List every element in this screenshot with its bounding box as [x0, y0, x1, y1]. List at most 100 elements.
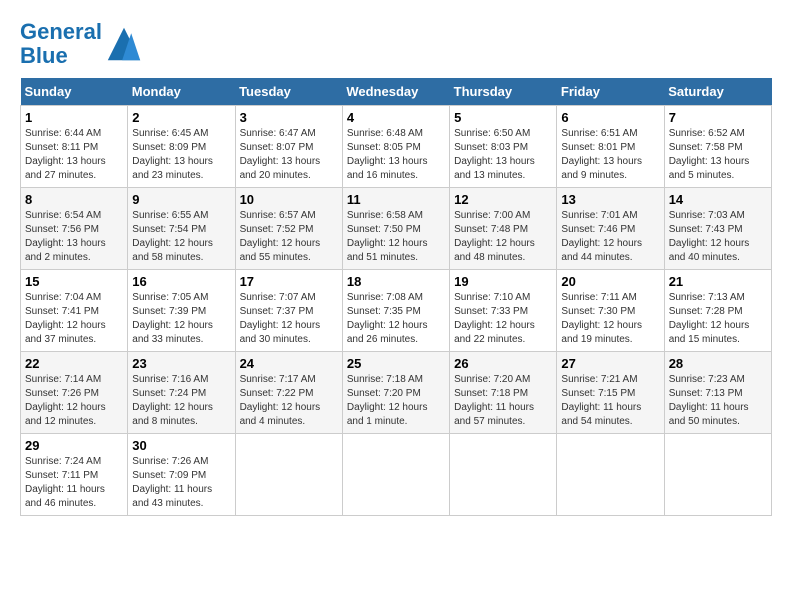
day-number: 5: [454, 110, 552, 125]
day-info: Sunrise: 6:44 AM Sunset: 8:11 PM Dayligh…: [25, 127, 123, 183]
calendar-cell: 22 Sunrise: 7:14 AM Sunset: 7:26 PM Dayli…: [21, 352, 128, 434]
calendar-cell: 24 Sunrise: 7:17 AM Sunset: 7:22 PM Dayli…: [235, 352, 342, 434]
day-number: 4: [347, 110, 445, 125]
calendar-week-4: 22 Sunrise: 7:14 AM Sunset: 7:26 PM Dayli…: [21, 352, 772, 434]
day-number: 3: [240, 110, 338, 125]
calendar-cell: [557, 434, 664, 516]
day-info: Sunrise: 6:50 AM Sunset: 8:03 PM Dayligh…: [454, 127, 552, 183]
calendar-table: SundayMondayTuesdayWednesdayThursdayFrid…: [20, 78, 772, 516]
logo-icon: [106, 26, 142, 62]
calendar-cell: [342, 434, 449, 516]
day-number: 29: [25, 438, 123, 453]
weekday-sunday: Sunday: [21, 78, 128, 106]
calendar-cell: 23Sunrise: 7:16 AM Sunset: 7:24 PM Dayli…: [128, 352, 235, 434]
calendar-cell: [664, 434, 771, 516]
logo-text: General Blue: [20, 20, 102, 68]
day-info: Sunrise: 6:52 AM Sunset: 7:58 PM Dayligh…: [669, 127, 767, 183]
day-number: 10: [240, 192, 338, 207]
day-number: 15: [25, 274, 123, 289]
day-number: 22: [25, 356, 123, 371]
day-number: 28: [669, 356, 767, 371]
calendar-cell: 15 Sunrise: 7:04 AM Sunset: 7:41 PM Dayli…: [21, 270, 128, 352]
calendar-cell: 16 Sunrise: 7:05 AM Sunset: 7:39 PM Dayli…: [128, 270, 235, 352]
weekday-monday: Monday: [128, 78, 235, 106]
day-number: 9: [132, 192, 230, 207]
day-info: Sunrise: 7:17 AM Sunset: 7:22 PM Dayligh…: [240, 373, 338, 429]
day-info: Sunrise: 6:55 AM Sunset: 7:54 PM Dayligh…: [132, 209, 230, 265]
day-number: 19: [454, 274, 552, 289]
calendar-cell: [235, 434, 342, 516]
day-info: Sunrise: 7:14 AM Sunset: 7:26 PM Dayligh…: [25, 373, 123, 429]
day-info: Sunrise: 7:24 AM Sunset: 7:11 PM Dayligh…: [25, 455, 123, 511]
day-info: Sunrise: 7:11 AM Sunset: 7:30 PM Dayligh…: [561, 291, 659, 347]
calendar-week-3: 15 Sunrise: 7:04 AM Sunset: 7:41 PM Dayli…: [21, 270, 772, 352]
day-info: Sunrise: 6:51 AM Sunset: 8:01 PM Dayligh…: [561, 127, 659, 183]
day-info: Sunrise: 6:45 AM Sunset: 8:09 PM Dayligh…: [132, 127, 230, 183]
day-number: 6: [561, 110, 659, 125]
calendar-cell: 9 Sunrise: 6:55 AM Sunset: 7:54 PM Daylig…: [128, 188, 235, 270]
day-info: Sunrise: 7:04 AM Sunset: 7:41 PM Dayligh…: [25, 291, 123, 347]
calendar-cell: [450, 434, 557, 516]
day-info: Sunrise: 7:16 AM Sunset: 7:24 PM Dayligh…: [132, 373, 230, 429]
calendar-cell: 28 Sunrise: 7:23 AM Sunset: 7:13 PM Dayli…: [664, 352, 771, 434]
day-info: Sunrise: 7:07 AM Sunset: 7:37 PM Dayligh…: [240, 291, 338, 347]
day-info: Sunrise: 7:26 AM Sunset: 7:09 PM Dayligh…: [132, 455, 230, 511]
day-info: Sunrise: 7:21 AM Sunset: 7:15 PM Dayligh…: [561, 373, 659, 429]
day-info: Sunrise: 7:18 AM Sunset: 7:20 PM Dayligh…: [347, 373, 445, 429]
weekday-wednesday: Wednesday: [342, 78, 449, 106]
calendar-cell: 8 Sunrise: 6:54 AM Sunset: 7:56 PM Daylig…: [21, 188, 128, 270]
day-number: 25: [347, 356, 445, 371]
day-info: Sunrise: 6:54 AM Sunset: 7:56 PM Dayligh…: [25, 209, 123, 265]
calendar-cell: 20 Sunrise: 7:11 AM Sunset: 7:30 PM Dayli…: [557, 270, 664, 352]
calendar-cell: 19 Sunrise: 7:10 AM Sunset: 7:33 PM Dayli…: [450, 270, 557, 352]
day-number: 17: [240, 274, 338, 289]
day-number: 8: [25, 192, 123, 207]
day-info: Sunrise: 7:03 AM Sunset: 7:43 PM Dayligh…: [669, 209, 767, 265]
logo: General Blue: [20, 20, 142, 68]
day-number: 30: [132, 438, 230, 453]
day-info: Sunrise: 6:47 AM Sunset: 8:07 PM Dayligh…: [240, 127, 338, 183]
day-number: 24: [240, 356, 338, 371]
calendar-week-1: 1 Sunrise: 6:44 AM Sunset: 8:11 PM Daylig…: [21, 106, 772, 188]
day-info: Sunrise: 7:13 AM Sunset: 7:28 PM Dayligh…: [669, 291, 767, 347]
day-info: Sunrise: 7:00 AM Sunset: 7:48 PM Dayligh…: [454, 209, 552, 265]
calendar-cell: 21Sunrise: 7:13 AM Sunset: 7:28 PM Dayli…: [664, 270, 771, 352]
day-number: 13: [561, 192, 659, 207]
weekday-tuesday: Tuesday: [235, 78, 342, 106]
day-number: 18: [347, 274, 445, 289]
calendar-cell: 25 Sunrise: 7:18 AM Sunset: 7:20 PM Dayli…: [342, 352, 449, 434]
calendar-cell: 12Sunrise: 7:00 AM Sunset: 7:48 PM Dayli…: [450, 188, 557, 270]
weekday-friday: Friday: [557, 78, 664, 106]
calendar-week-2: 8 Sunrise: 6:54 AM Sunset: 7:56 PM Daylig…: [21, 188, 772, 270]
day-number: 2: [132, 110, 230, 125]
day-number: 11: [347, 192, 445, 207]
calendar-cell: 7 Sunrise: 6:52 AM Sunset: 7:58 PM Daylig…: [664, 106, 771, 188]
calendar-cell: 29 Sunrise: 7:24 AM Sunset: 7:11 PM Dayli…: [21, 434, 128, 516]
calendar-cell: 10Sunrise: 6:57 AM Sunset: 7:52 PM Dayli…: [235, 188, 342, 270]
calendar-cell: 13 Sunrise: 7:01 AM Sunset: 7:46 PM Dayli…: [557, 188, 664, 270]
day-info: Sunrise: 7:20 AM Sunset: 7:18 PM Dayligh…: [454, 373, 552, 429]
calendar-cell: 26 Sunrise: 7:20 AM Sunset: 7:18 PM Dayli…: [450, 352, 557, 434]
calendar-cell: 3 Sunrise: 6:47 AM Sunset: 8:07 PM Daylig…: [235, 106, 342, 188]
calendar-cell: 4Sunrise: 6:48 AM Sunset: 8:05 PM Daylig…: [342, 106, 449, 188]
calendar-body: 1 Sunrise: 6:44 AM Sunset: 8:11 PM Daylig…: [21, 106, 772, 516]
day-number: 7: [669, 110, 767, 125]
day-info: Sunrise: 7:10 AM Sunset: 7:33 PM Dayligh…: [454, 291, 552, 347]
day-number: 26: [454, 356, 552, 371]
day-info: Sunrise: 7:01 AM Sunset: 7:46 PM Dayligh…: [561, 209, 659, 265]
day-number: 20: [561, 274, 659, 289]
calendar-cell: 2 Sunrise: 6:45 AM Sunset: 8:09 PM Daylig…: [128, 106, 235, 188]
header: General Blue: [20, 20, 772, 68]
day-info: Sunrise: 7:05 AM Sunset: 7:39 PM Dayligh…: [132, 291, 230, 347]
day-number: 27: [561, 356, 659, 371]
weekday-header-row: SundayMondayTuesdayWednesdayThursdayFrid…: [21, 78, 772, 106]
calendar-cell: 11 Sunrise: 6:58 AM Sunset: 7:50 PM Dayli…: [342, 188, 449, 270]
weekday-thursday: Thursday: [450, 78, 557, 106]
day-info: Sunrise: 7:23 AM Sunset: 7:13 PM Dayligh…: [669, 373, 767, 429]
day-info: Sunrise: 6:58 AM Sunset: 7:50 PM Dayligh…: [347, 209, 445, 265]
calendar-cell: 18 Sunrise: 7:08 AM Sunset: 7:35 PM Dayli…: [342, 270, 449, 352]
day-info: Sunrise: 7:08 AM Sunset: 7:35 PM Dayligh…: [347, 291, 445, 347]
day-number: 16: [132, 274, 230, 289]
calendar-cell: 6 Sunrise: 6:51 AM Sunset: 8:01 PM Daylig…: [557, 106, 664, 188]
day-number: 1: [25, 110, 123, 125]
